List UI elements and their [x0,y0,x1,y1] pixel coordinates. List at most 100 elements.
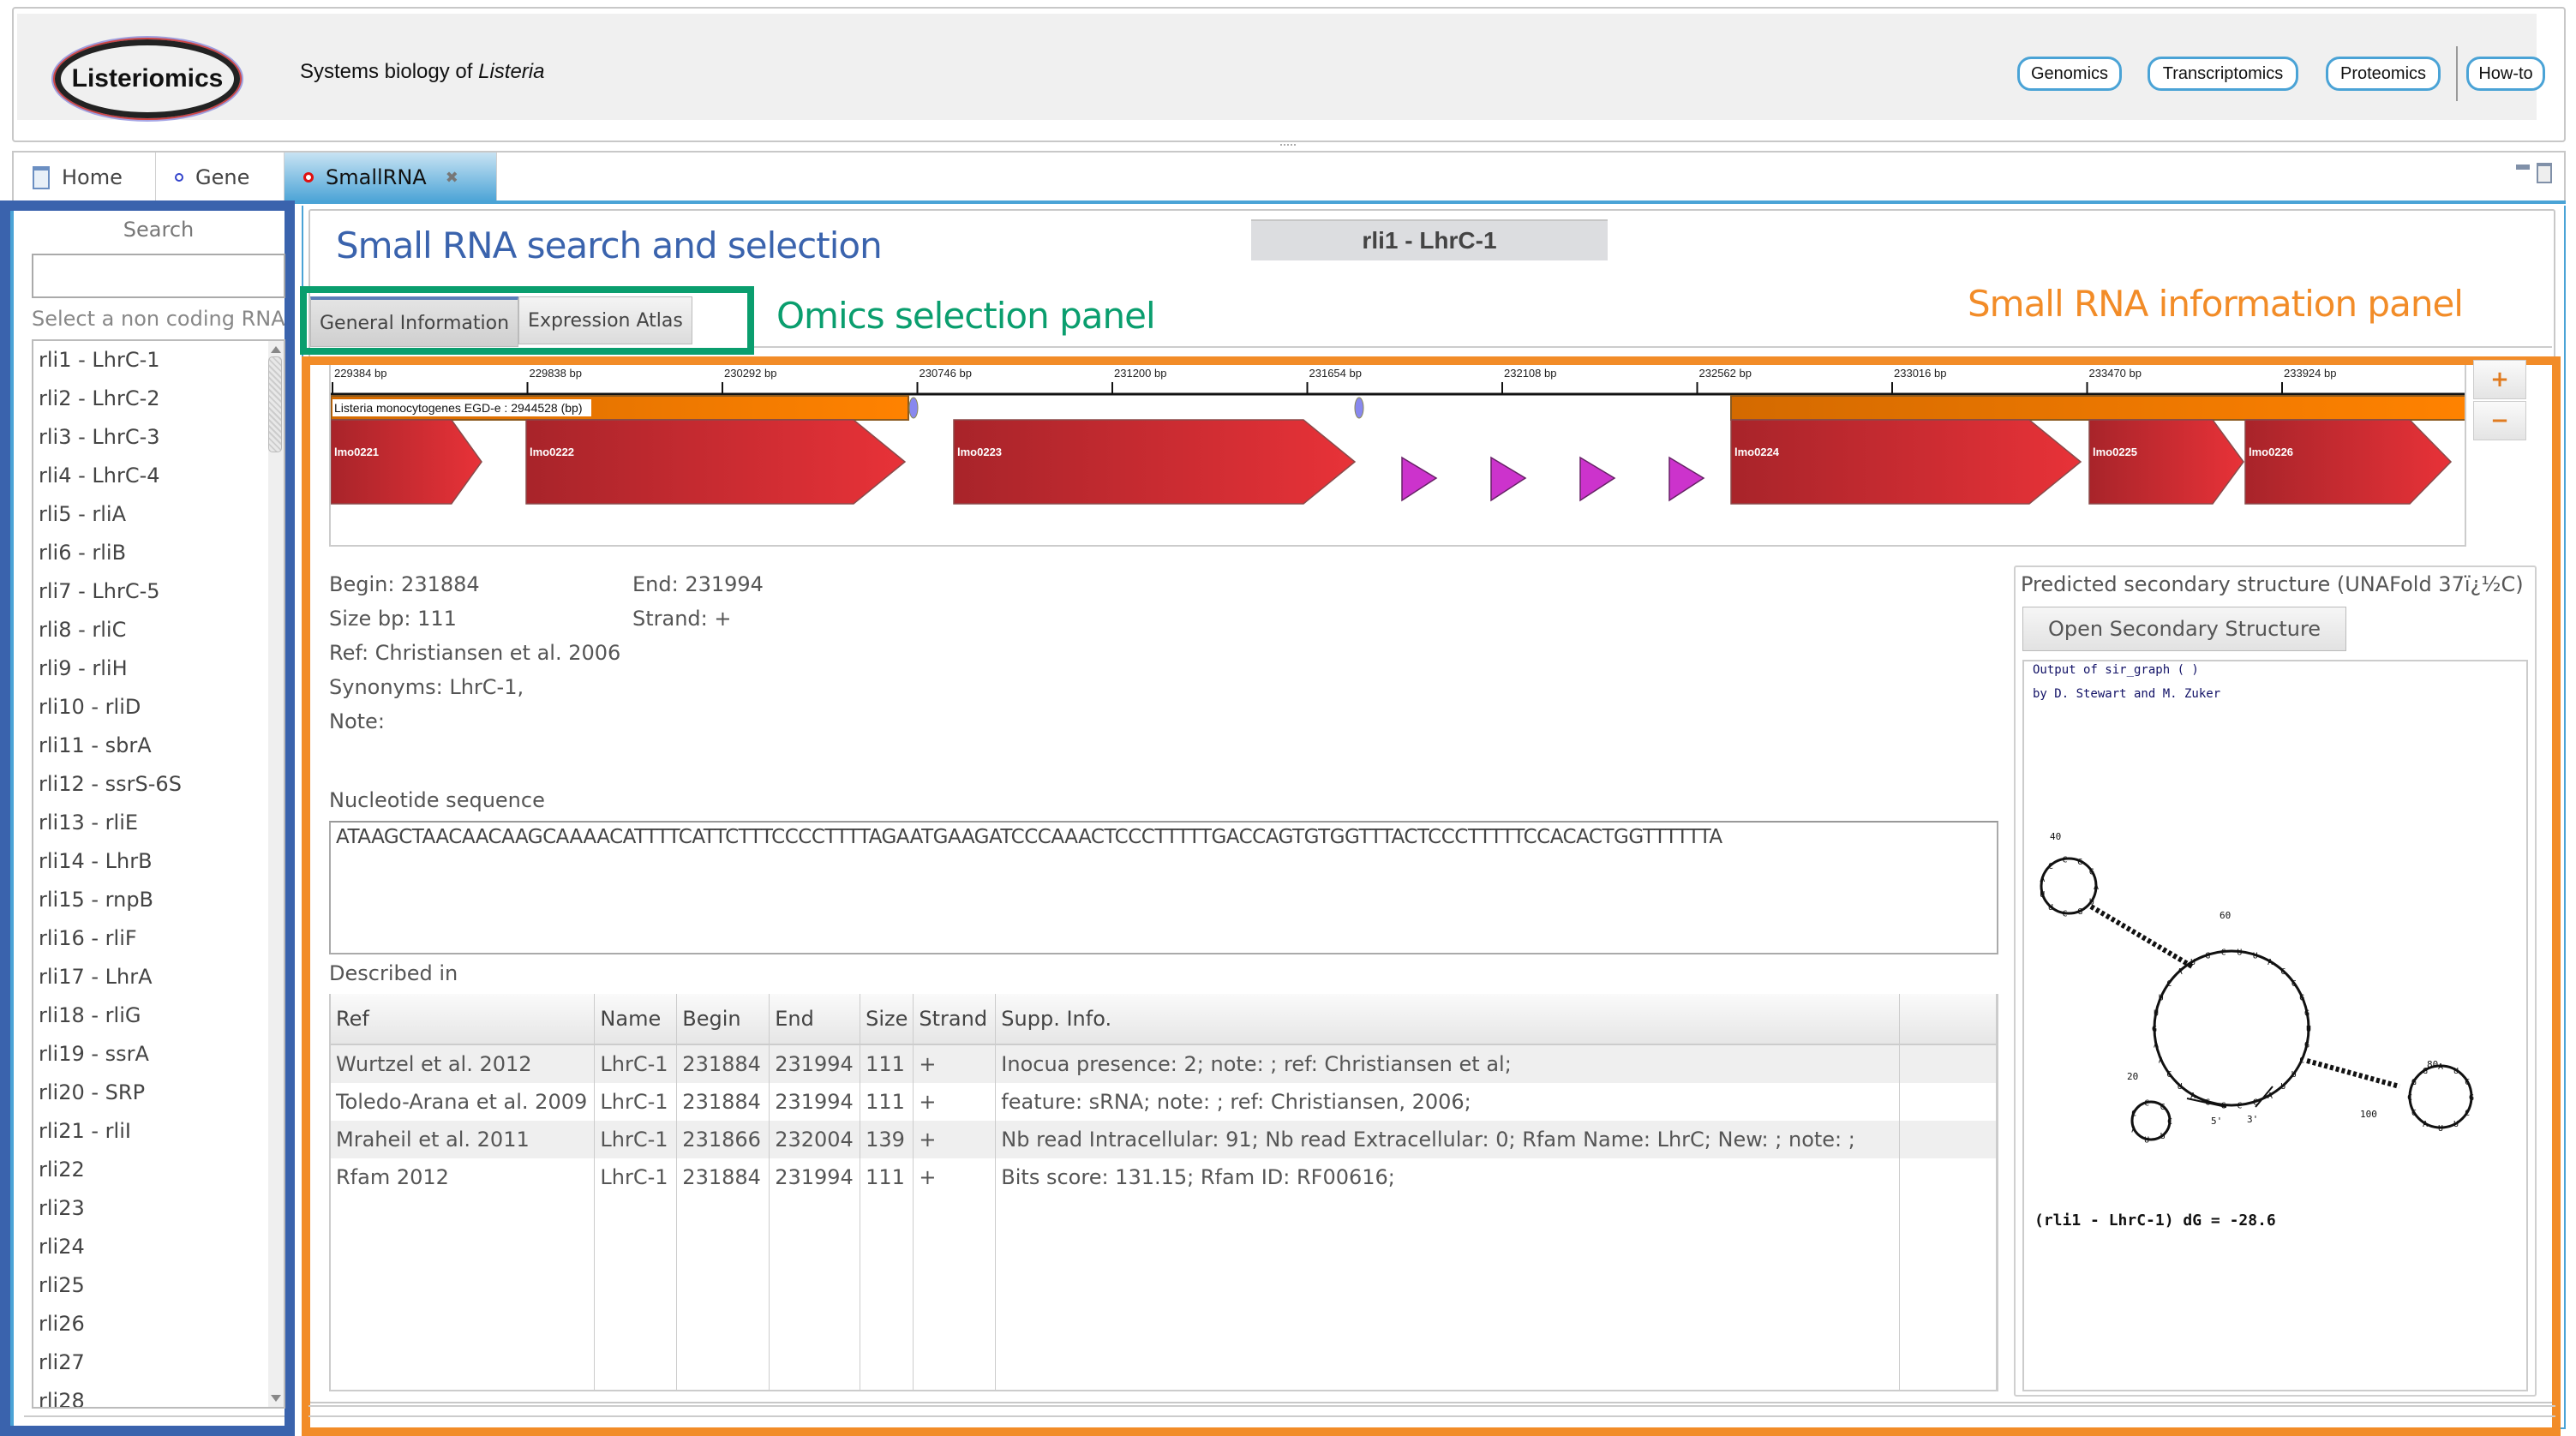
gene-arrow[interactable] [2088,419,2244,505]
ncrna-list-item[interactable]: rli26 [33,1305,270,1343]
table-row[interactable]: Rfam 2012 LhrC-1 231884 231994 111 + Bits scor… [331,1158,1997,1196]
ncrna-list-item[interactable]: rli7 - LhrC-5 [33,572,270,611]
nucleotide-glyph: U [2453,1120,2459,1129]
gene-label: lmo0223 [957,446,1002,458]
blue-dot-icon [175,173,183,182]
gene-arrow[interactable] [525,419,907,505]
small-rna-marker[interactable] [1401,456,1438,502]
column-header[interactable]: Ref [331,994,596,1045]
genome-segment[interactable] [1730,395,2466,421]
nucleotide-glyph: A [2438,1062,2443,1072]
srna-locus-marker[interactable] [1354,397,1364,419]
begin-value: Begin: 231884 [329,572,480,596]
table-row[interactable]: Toledo-Arana et al. 2009 LhrC-1 231884 2319… [331,1083,1997,1121]
small-rna-marker[interactable] [1490,456,1527,502]
ncrna-list-item[interactable]: rli6 - rliB [33,534,270,572]
nav-transcriptomics-button[interactable]: Transcriptomics [2148,57,2298,91]
tab-home[interactable]: Home [14,153,156,202]
column-header[interactable]: Begin [676,994,770,1045]
small-rna-marker[interactable] [1579,456,1616,502]
column-header[interactable]: Supp. Info. [995,994,1900,1045]
ncrna-list-item[interactable]: rli24 [33,1228,270,1266]
table-cell [1899,1158,1997,1196]
ncrna-list-item[interactable]: rli8 - rliC [33,611,270,649]
ncrna-list-item[interactable]: rli28 [33,1382,270,1407]
gene-arrow[interactable] [953,419,1357,505]
table-row[interactable]: Wurtzel et al. 2012 LhrC-1 231884 231994 111… [331,1044,1997,1083]
nav-separator [2456,46,2458,101]
open-secondary-structure-button[interactable]: Open Secondary Structure [2022,607,2346,651]
gene-arrow[interactable] [331,419,482,505]
gene-label: lmo0226 [2249,446,2293,458]
gene-arrow[interactable] [1730,419,2082,505]
maximize-icon[interactable] [2537,163,2552,183]
ncrna-list-item[interactable]: rli15 - rnpB [33,881,270,919]
zoom-out-button[interactable]: − [2473,401,2526,440]
ncrna-list-item[interactable]: rli20 - SRP [33,1074,270,1112]
ncrna-list-item[interactable]: rli23 [33,1189,270,1228]
list-scrollbar[interactable] [268,341,284,1407]
table-cell: 111 [860,1083,914,1121]
small-rna-marker[interactable] [1668,456,1705,502]
ncrna-list-item[interactable]: rli21 - rliI [33,1112,270,1151]
genome-viewer[interactable]: 229384 bp 229838 bp 230292 bp 230746 bp 2312… [329,365,2466,547]
nucleotide-glyph: U [2453,1067,2459,1076]
ncrna-list[interactable]: rli1 - LhrC-1 rli2 - LhrC-2 rli3 - LhrC-3 r… [32,339,285,1409]
references-table: Ref Name Begin End Size Strand Supp. Info. Wur… [331,994,1997,1390]
search-input[interactable] [32,254,285,298]
column-header[interactable]: End [769,994,861,1045]
column-header[interactable] [1899,994,1997,1045]
column-header[interactable]: Size [860,994,914,1045]
tab-general-information[interactable]: General Information [310,296,519,347]
gene-arrow[interactable] [2244,419,2453,505]
ncrna-list-item[interactable]: rli3 - LhrC-3 [33,418,270,457]
nucleotide-glyph: U [2178,1082,2183,1092]
tab-smallrna[interactable]: SmallRNA ✖ [285,153,497,202]
table-row[interactable]: Mraheil et al. 2011 LhrC-1 231866 232004 139… [331,1121,1997,1158]
genome-track-svg[interactable]: 229384 bp 229838 bp 230292 bp 230746 bp 2312… [331,365,2466,547]
nucleotide-glyph: C [2131,1109,2136,1118]
nav-howto-button[interactable]: How-to [2466,57,2545,91]
srna-locus-marker[interactable] [908,397,919,419]
ncrna-list-item[interactable]: rli2 - LhrC-2 [33,380,270,418]
ncrna-list-item[interactable]: rli11 - sbrA [33,727,270,765]
ncrna-list-item[interactable]: rli16 - rliF [33,919,270,958]
ncrna-list-item[interactable]: rli18 - rliG [33,996,270,1035]
ncrna-list-item[interactable]: rli13 - rliE [33,804,270,842]
scroll-up-icon[interactable] [271,346,281,353]
nucleotide-glyph: G [2152,1025,2157,1034]
ncrna-list-item[interactable]: rli10 - rliD [33,688,270,727]
nucleotide-glyph: C [2221,948,2226,957]
tab-expression-atlas[interactable]: Expression Atlas [518,296,692,344]
ncrna-list-item[interactable]: rli25 [33,1266,270,1305]
column-header[interactable]: Strand [913,994,997,1045]
scrollbar-thumb[interactable] [268,356,282,452]
ncrna-list-item[interactable]: rli12 - ssrS-6S [33,765,270,804]
ncrna-list-item[interactable]: rli17 - LhrA [33,958,270,996]
column-header[interactable]: Name [594,994,678,1045]
selected-rna-title: rli1 - LhrC-1 [1251,219,1608,260]
header-splitter-handle[interactable] [1280,144,1296,149]
listeriomics-logo[interactable]: Listeriomics [55,39,240,118]
ncrna-list-item[interactable]: rli27 [33,1343,270,1382]
zoom-in-button[interactable]: + [2473,360,2526,399]
ncrna-list-item[interactable]: rli5 - rliA [33,495,270,534]
ncrna-list-item[interactable]: rli4 - LhrC-4 [33,457,270,495]
free-energy-label: (rli1 - LhrC-1) dG = -28.6 [2034,1212,2276,1230]
tab-gene[interactable]: Gene [156,153,285,202]
ncrna-list-item[interactable]: rli9 - rliH [33,649,270,688]
nav-proteomics-button[interactable]: Proteomics [2326,57,2441,91]
ncrna-list-item[interactable]: rli1 - LhrC-1 [33,341,270,380]
close-icon[interactable]: ✖ [446,169,458,187]
nucleotide-glyph: C [2411,1109,2417,1118]
annotation-info-panel: Small RNA information panel [1968,283,2464,325]
ncrna-list-item[interactable]: rli22 [33,1151,270,1189]
nav-genomics-button[interactable]: Genomics [2017,57,2122,91]
nucleotide-glyph: A [2190,1092,2196,1101]
minimize-icon[interactable] [2516,165,2530,170]
sequence-textarea[interactable]: ATAAGCTAACAACAAGCAAAACATTTTCATTCTTTCCCCT… [329,821,1998,954]
divider [24,1415,285,1417]
ncrna-list-item[interactable]: rli14 - LhrB [33,842,270,881]
ncrna-list-item[interactable]: rli19 - ssrA [33,1035,270,1074]
scroll-down-icon[interactable] [271,1395,281,1402]
